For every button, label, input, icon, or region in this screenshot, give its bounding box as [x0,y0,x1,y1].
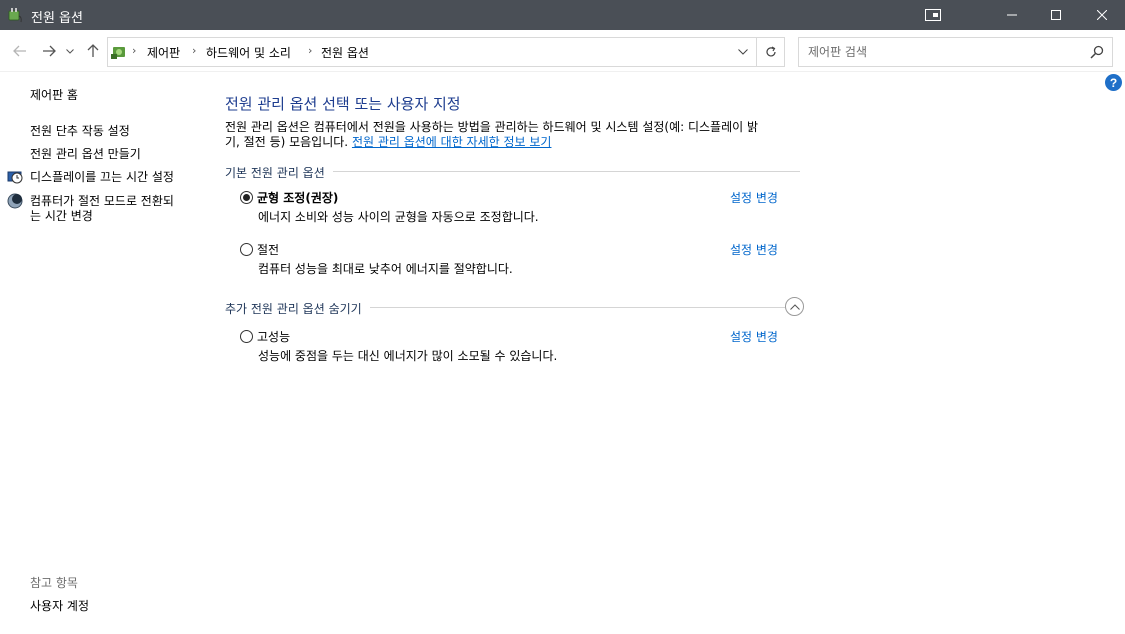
maximize-button[interactable] [1033,0,1079,30]
up-button[interactable] [84,42,102,60]
power-options-icon [8,8,22,23]
page-description: 전원 관리 옵션은 컴퓨터에서 전원을 사용하는 방법을 관리하는 하드웨어 및… [225,120,805,150]
sidebar-sleep-time-line1[interactable]: 컴퓨터가 절전 모드로 전환되 [30,193,174,209]
description-line1: 전원 관리 옵션은 컴퓨터에서 전원을 사용하는 방법을 관리하는 하드웨어 및… [225,120,759,134]
back-button[interactable] [11,42,29,60]
address-dropdown-button[interactable] [730,38,756,66]
refresh-icon [765,46,776,57]
search-icon[interactable] [1090,45,1104,59]
power-plans-info-link[interactable]: 전원 관리 옵션에 대한 자세한 정보 보기 [352,135,552,149]
plan-power-saver-radio[interactable] [240,243,253,256]
plan-high-performance-name[interactable]: 고성능 [257,328,290,345]
plan-balanced-change-settings-link[interactable]: 설정 변경 [730,189,778,206]
breadcrumb-separator: › [132,44,137,57]
plan-high-performance-change-settings-link[interactable]: 설정 변경 [730,328,778,345]
title-bar: 전원 옵션 [0,0,1125,30]
close-button[interactable] [1079,0,1125,30]
page-title: 전원 관리 옵션 선택 또는 사용자 지정 [225,95,461,113]
tablet-mode-button[interactable] [910,0,956,30]
sidebar-user-accounts[interactable]: 사용자 계정 [30,598,89,614]
display-timer-icon [7,171,23,184]
tablet-icon [925,9,941,21]
control-panel-icon [111,47,125,59]
description-line2: 기, 절전 등) 모음입니다. 전원 관리 옵션에 대한 자세한 정보 보기 [225,135,805,150]
recent-locations-button[interactable] [64,42,76,60]
help-icon[interactable]: ? [1105,74,1122,91]
collapse-additional-plans-button[interactable] [785,297,804,316]
sidebar-sleep-time-line2[interactable]: 는 시간 변경 [30,208,93,224]
maximize-icon [1051,10,1061,20]
search-box [798,37,1113,67]
sidebar-create-power-plan[interactable]: 전원 관리 옵션 만들기 [30,146,141,162]
breadcrumb-separator: › [192,44,197,57]
plan-power-saver-desc: 컴퓨터 성능을 최대로 낮추어 에너지를 절약합니다. [258,262,513,276]
address-bar[interactable]: › 제어판 › 하드웨어 및 소리 › 전원 옵션 [107,37,785,67]
chevron-down-icon [66,48,74,54]
breadcrumb-power-options[interactable]: 전원 옵션 [321,44,369,61]
forward-button[interactable] [40,42,58,60]
breadcrumb-control-panel[interactable]: 제어판 [147,44,180,61]
up-arrow-icon [87,44,99,57]
refresh-button[interactable] [756,38,784,66]
plan-power-saver-change-settings-link[interactable]: 설정 변경 [730,241,778,258]
window-title: 전원 옵션 [31,11,83,26]
plan-balanced-radio[interactable] [240,191,253,204]
breadcrumb-separator: › [308,44,313,57]
plan-balanced-desc: 에너지 소비와 성능 사이의 균형을 자동으로 조정합니다. [258,210,539,224]
sidebar-display-off-time[interactable]: 디스플레이를 끄는 시간 설정 [30,169,174,185]
back-arrow-icon [13,45,26,57]
plan-high-performance-desc: 성능에 중점을 두는 대신 에너지가 많이 소모될 수 있습니다. [258,349,558,363]
additional-plans-heading[interactable]: 추가 전원 관리 옵션 숨기기 [225,300,370,317]
close-icon [1097,10,1107,20]
breadcrumb-hardware-sound[interactable]: 하드웨어 및 소리 [206,44,291,61]
plan-power-saver-name[interactable]: 절전 [257,241,279,258]
sidebar-power-button-settings[interactable]: 전원 단추 작동 설정 [30,123,130,139]
minimize-button[interactable] [989,0,1035,30]
sleep-moon-icon [7,193,23,209]
sidebar-control-panel-home[interactable]: 제어판 홈 [30,87,78,103]
forward-arrow-icon [43,45,56,57]
navigation-bar: › 제어판 › 하드웨어 및 소리 › 전원 옵션 [0,30,1125,72]
chevron-down-icon [738,49,748,55]
plan-high-performance-radio[interactable] [240,330,253,343]
plan-balanced-name[interactable]: 균형 조정(권장) [257,189,338,206]
chevron-up-icon [789,303,800,310]
see-also-heading: 참고 항목 [30,576,78,590]
description-line2-text: 기, 절전 등) 모음입니다. [225,135,352,149]
minimize-icon [1007,14,1017,16]
basic-plans-heading: 기본 전원 관리 옵션 [225,164,333,181]
search-input[interactable] [799,38,1079,66]
